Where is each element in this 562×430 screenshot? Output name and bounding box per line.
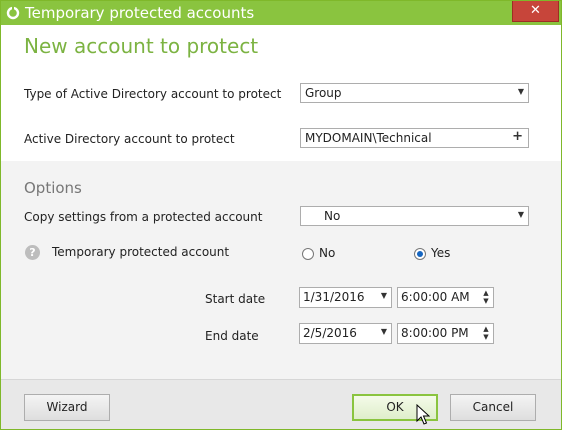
radio-no[interactable]: [302, 248, 314, 260]
temporary-account-label: Temporary protected account: [52, 245, 230, 259]
radio-yes[interactable]: [414, 248, 426, 260]
app-ring-icon: [6, 6, 20, 20]
page-title: New account to protect: [24, 34, 259, 58]
radio-no-label[interactable]: No: [319, 246, 335, 260]
window-title: Temporary protected accounts: [25, 4, 255, 22]
options-section: [1, 161, 561, 379]
title-bar[interactable]: Temporary protected accounts ✕: [1, 1, 561, 25]
help-question-icon[interactable]: ?: [25, 245, 40, 260]
mouse-pointer-icon: [416, 404, 430, 425]
dialog-header: New account to protect: [1, 25, 561, 70]
dialog-footer: Wizard OK Cancel: [1, 379, 561, 429]
start-date-label: Start date: [205, 292, 266, 306]
close-icon: ✕: [530, 3, 541, 18]
options-title: Options: [24, 179, 82, 197]
chevron-down-icon: ▼: [517, 210, 524, 219]
chevron-down-icon[interactable]: ▼: [381, 291, 387, 300]
radio-yes-label[interactable]: Yes: [431, 246, 450, 260]
account-type-value: Group: [305, 86, 342, 100]
up-down-arrows-icon[interactable]: ▲ ▼: [481, 325, 491, 341]
account-input[interactable]: MYDOMAIN\Technical +: [300, 128, 529, 148]
end-date-value: 2/5/2016: [303, 326, 357, 340]
start-time-value: 6:00:00 AM: [401, 290, 470, 304]
end-date-picker[interactable]: 2/5/2016 ▼: [299, 323, 392, 344]
copy-settings-label: Copy settings from a protected account: [24, 210, 263, 224]
copy-settings-select[interactable]: No ▼: [300, 206, 529, 226]
chevron-down-icon[interactable]: ▼: [381, 327, 387, 336]
end-time-picker[interactable]: 8:00:00 PM ▲ ▼: [397, 323, 494, 344]
start-time-picker[interactable]: 6:00:00 AM ▲ ▼: [397, 287, 494, 308]
close-button[interactable]: ✕: [512, 1, 559, 22]
cancel-button[interactable]: Cancel: [450, 394, 536, 421]
end-time-value: 8:00:00 PM: [401, 326, 469, 340]
account-type-select[interactable]: Group ▼: [300, 83, 529, 103]
up-down-arrows-icon[interactable]: ▲ ▼: [481, 289, 491, 305]
copy-settings-value: No: [324, 209, 341, 223]
account-label: Active Directory account to protect: [24, 132, 235, 146]
add-account-plus-icon[interactable]: +: [512, 129, 523, 144]
account-type-label: Type of Active Directory account to prot…: [24, 87, 282, 101]
dialog-window: Temporary protected accounts ✕ New accou…: [0, 0, 562, 430]
chevron-down-icon: ▼: [517, 87, 524, 96]
start-date-value: 1/31/2016: [303, 290, 365, 304]
wizard-button[interactable]: Wizard: [24, 394, 110, 421]
start-date-picker[interactable]: 1/31/2016 ▼: [299, 287, 392, 308]
account-value: MYDOMAIN\Technical: [305, 131, 432, 145]
end-date-label: End date: [205, 329, 259, 343]
